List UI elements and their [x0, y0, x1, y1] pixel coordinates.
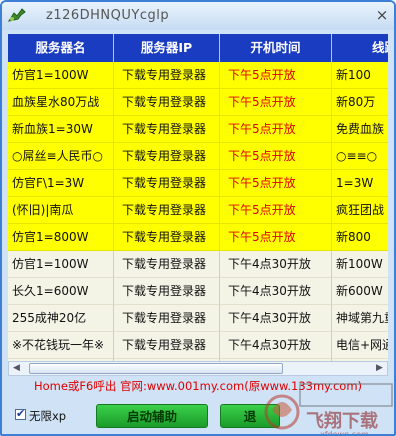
cell-ip: 下载专用登录器	[114, 332, 220, 359]
title-bar[interactable]: z126DHNQUYcglp ×	[2, 2, 394, 30]
cell-line: ○≡≡○	[332, 143, 388, 170]
window-title: z126DHNQUYcglp	[46, 8, 170, 23]
cell-time: 下午5点开放	[220, 89, 332, 116]
unlimited-xp-checkbox[interactable]: ✔	[15, 407, 26, 420]
watermark-sub: xfdown.com	[320, 430, 369, 436]
table-row[interactable]: 血族星水80万战 下载专用登录器 下午5点开放 新80万	[8, 89, 388, 116]
cell-time: 下午4点30开放	[220, 332, 332, 359]
cell-name: 仿官1=800W	[8, 224, 114, 251]
cell-name: (怀旧)|南瓜	[8, 197, 114, 224]
cell-line: 新100	[332, 62, 388, 89]
cell-time: 下午5点开放	[220, 143, 332, 170]
cell-name: 255成神20亿	[8, 305, 114, 332]
cell-time: 下午5点开放	[220, 62, 332, 89]
cell-time: 下午5点开放	[220, 197, 332, 224]
column-header-ip[interactable]: 服务器IP	[114, 34, 220, 62]
cell-name: 仿官1=100W	[8, 62, 114, 89]
scrollbar-thumb[interactable]	[29, 363, 283, 374]
cell-time: 下午5点开放	[220, 116, 332, 143]
cell-ip: 下载专用登录器	[114, 197, 220, 224]
scroll-left-icon[interactable]: ◀	[9, 362, 24, 375]
table-row[interactable]: 新血族1=30W 下载专用登录器 下午5点开放 免费血族	[8, 116, 388, 143]
watermark-logo-icon: 飞翔下载 xfdown.com	[264, 383, 393, 436]
cell-ip: 下载专用登录器	[114, 278, 220, 305]
cell-line: 免费血族	[332, 116, 388, 143]
cell-ip: 下载专用登录器	[114, 116, 220, 143]
cell-name: 新血族1=30W	[8, 116, 114, 143]
cell-time: 下午5点开放	[220, 170, 332, 197]
app-window: z126DHNQUYcglp × 服务器名 服务器IP 开机时间 线路 仿官1=…	[0, 0, 396, 436]
cell-ip: 下载专用登录器	[114, 89, 220, 116]
cell-line: 新600W	[332, 278, 388, 305]
cell-line: 疯狂团战	[332, 197, 388, 224]
table-row[interactable]: 仿官F\1=3W 下载专用登录器 下午5点开放 1=3W	[8, 170, 388, 197]
horizontal-scrollbar[interactable]: ◀ ▶	[8, 361, 388, 376]
cell-line: 神域第九重	[332, 305, 388, 332]
column-header-name[interactable]: 服务器名	[8, 34, 114, 62]
cell-line: 新800	[332, 224, 388, 251]
cell-ip: 下载专用登录器	[114, 143, 220, 170]
cell-ip: 下载专用登录器	[114, 170, 220, 197]
table-row[interactable]: 仿官1=100W 下载专用登录器 下午5点开放 新100	[8, 62, 388, 89]
cell-name: ○屌丝≡人民币○	[8, 143, 114, 170]
cell-line: 新80万	[332, 89, 388, 116]
start-assist-button[interactable]: 启动辅助	[96, 404, 208, 428]
cell-name: 仿官F\1=3W	[8, 170, 114, 197]
column-header-time[interactable]: 开机时间	[220, 34, 332, 62]
cell-time: 下午4点30开放	[220, 278, 332, 305]
cell-name: 长久1=600W	[8, 278, 114, 305]
table-row[interactable]: 255成神20亿下载专用登录器下午4点30开放神域第九重	[8, 305, 388, 332]
watermark-text: 飞翔下载	[306, 410, 378, 432]
table-row[interactable]: ○屌丝≡人民币○ 下载专用登录器 下午5点开放 ○≡≡○	[8, 143, 388, 170]
cell-name: 血族星水80万战	[8, 89, 114, 116]
cell-ip: 下载专用登录器	[114, 62, 220, 89]
scroll-right-icon[interactable]: ▶	[372, 362, 387, 375]
checkmark-icon: ✔	[16, 407, 26, 420]
table-row[interactable]: (怀旧)|南瓜 下载专用登录器 下午5点开放 疯狂团战	[8, 197, 388, 224]
cell-time: 下午5点开放	[220, 224, 332, 251]
server-table: 服务器名 服务器IP 开机时间 线路 仿官1=100W下载专用登录器下午5点开放…	[8, 34, 388, 362]
table-row[interactable]: 长久1=600W 下载专用登录器 下午4点30开放 新600W	[8, 278, 388, 305]
cell-name: 仿官1=100W	[8, 251, 114, 278]
table-row[interactable]: ※不花钱玩一年※下载专用登录器下午4点30开放电信+网通	[8, 332, 388, 359]
cell-time: 下午4点30开放	[220, 251, 332, 278]
table-row[interactable]: 仿官1=100W 下载专用登录器 下午4点30开放 新100W	[8, 251, 388, 278]
site-watermark: 飞翔下载 xfdown.com	[260, 380, 394, 436]
cell-line: 新100W	[332, 251, 388, 278]
cell-line: 1=3W	[332, 170, 388, 197]
cell-ip: 下载专用登录器	[114, 305, 220, 332]
cell-name: ※不花钱玩一年※	[8, 332, 114, 359]
table-row[interactable]: 仿官1=800W 下载专用登录器 下午5点开放 新800	[8, 224, 388, 251]
cell-line: 电信+网通	[332, 332, 388, 359]
cell-ip: 下载专用登录器	[114, 224, 220, 251]
column-header-line[interactable]: 线路	[332, 34, 388, 62]
cell-ip: 下载专用登录器	[114, 251, 220, 278]
app-logo-icon	[7, 7, 26, 23]
cell-time: 下午4点30开放	[220, 305, 332, 332]
close-icon[interactable]: ×	[372, 6, 392, 24]
table-header: 服务器名 服务器IP 开机时间 线路	[8, 34, 388, 62]
unlimited-xp-label[interactable]: 无限xp	[29, 408, 66, 424]
